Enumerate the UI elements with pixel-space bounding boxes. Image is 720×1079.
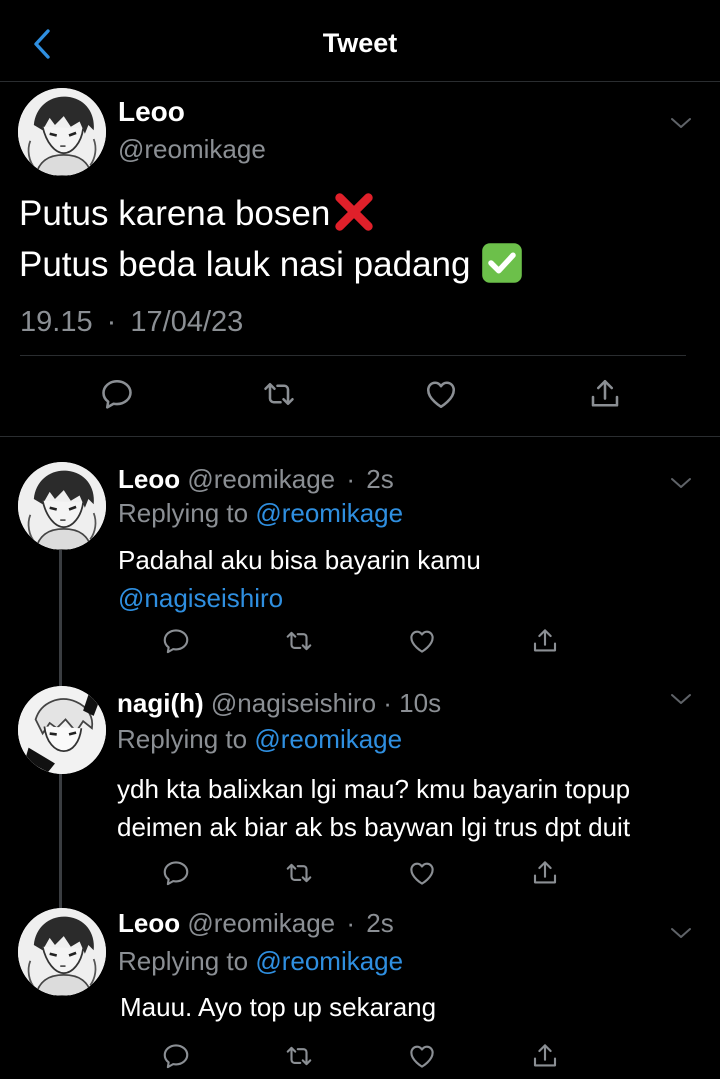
reply-text: ydh kta balixkan lgi mau? kmu bayarin to…: [117, 770, 630, 846]
replying-to: Replying to @reomikage: [117, 724, 402, 755]
replying-label: Replying to: [117, 724, 248, 754]
reply-line-1: ydh kta balixkan lgi mau? kmu bayarin to…: [117, 774, 631, 804]
thread-line: [59, 774, 62, 908]
reply-author-name[interactable]: Leoo: [118, 908, 180, 938]
reply-age: 10s: [399, 688, 442, 718]
reply-text: Padahal aku bisa bayarin kamu @nagiseish…: [118, 541, 481, 617]
replying-label: Replying to: [118, 498, 249, 528]
replying-mention[interactable]: @reomikage: [255, 946, 403, 976]
reply-button[interactable]: [161, 626, 191, 656]
reply-button[interactable]: [161, 858, 191, 888]
reply-age: 2s: [366, 464, 394, 494]
replying-label: Replying to: [118, 946, 249, 976]
like-button[interactable]: [407, 626, 437, 656]
share-button[interactable]: [530, 626, 560, 656]
separator-dot: ·: [383, 688, 392, 718]
like-button[interactable]: [407, 1041, 437, 1071]
reply-button[interactable]: [99, 376, 135, 412]
reply-age: 2s: [366, 908, 394, 938]
section-divider: [0, 436, 720, 437]
page-title: Tweet: [322, 28, 398, 58]
reply-author-handle[interactable]: @nagiseishiro: [211, 688, 376, 718]
retweet-button[interactable]: [284, 626, 314, 656]
separator-dot: ·: [346, 464, 356, 494]
chevron-down-icon[interactable]: [670, 692, 692, 706]
chevron-down-icon[interactable]: [670, 116, 692, 130]
like-button[interactable]: [423, 376, 459, 412]
share-button[interactable]: [587, 376, 623, 412]
check-mark-icon: [482, 242, 523, 283]
reply-mention-link[interactable]: @nagiseishiro: [118, 579, 481, 617]
reply-text: Mauu. Ayo top up sekarang: [120, 988, 436, 1026]
author-name[interactable]: Leoo: [118, 96, 185, 128]
retweet-button[interactable]: [284, 858, 314, 888]
avatar[interactable]: [18, 88, 106, 176]
stats-divider: [20, 355, 686, 356]
chevron-down-icon[interactable]: [670, 476, 692, 490]
tweet-date: 17/04/23: [130, 306, 244, 338]
separator-dot: ·: [346, 908, 356, 938]
tweet-text: Putus karena bosen Putus beda lauk nasi …: [19, 188, 524, 290]
replying-mention[interactable]: @reomikage: [255, 498, 403, 528]
replying-to: Replying to @reomikage: [118, 946, 403, 977]
retweet-button[interactable]: [261, 376, 297, 412]
chevron-down-icon[interactable]: [670, 926, 692, 940]
avatar[interactable]: [18, 908, 106, 996]
author-handle[interactable]: @reomikage: [118, 134, 266, 165]
reply-button[interactable]: [161, 1041, 191, 1071]
reply-author-name[interactable]: Leoo: [118, 464, 180, 494]
reply-header: Leoo @reomikage · 2s: [118, 464, 394, 495]
share-button[interactable]: [530, 1041, 560, 1071]
timestamp-separator: ·: [106, 306, 117, 338]
retweet-button[interactable]: [284, 1041, 314, 1071]
tweet-line-2: Putus beda lauk nasi padang: [19, 245, 471, 284]
reply-header: Leoo @reomikage · 2s: [118, 908, 394, 939]
reply-line-1: Mauu. Ayo top up sekarang: [120, 992, 437, 1022]
share-button[interactable]: [530, 858, 560, 888]
thread-line: [59, 550, 62, 686]
avatar[interactable]: [18, 462, 106, 550]
reply-author-handle[interactable]: @reomikage: [187, 908, 335, 938]
cross-mark-icon: [335, 193, 374, 231]
replying-mention[interactable]: @reomikage: [254, 724, 402, 754]
reply-author-handle[interactable]: @reomikage: [187, 464, 335, 494]
reply-line-2: deimen ak biar ak bs baywan lgi trus dpt…: [117, 812, 631, 842]
header-divider: [0, 81, 720, 82]
tweet-line-1: Putus karena bosen: [19, 194, 331, 233]
reply-line-1: Padahal aku bisa bayarin kamu: [118, 545, 481, 575]
replying-to: Replying to @reomikage: [118, 498, 403, 529]
like-button[interactable]: [407, 858, 437, 888]
avatar[interactable]: [18, 686, 106, 774]
reply-header: nagi(h) @nagiseishiro · 10s: [117, 688, 441, 719]
reply-author-name[interactable]: nagi(h): [117, 688, 204, 718]
tweet-timestamp: 19.15 · 17/04/23: [20, 306, 243, 339]
tweet-time: 19.15: [20, 306, 93, 338]
